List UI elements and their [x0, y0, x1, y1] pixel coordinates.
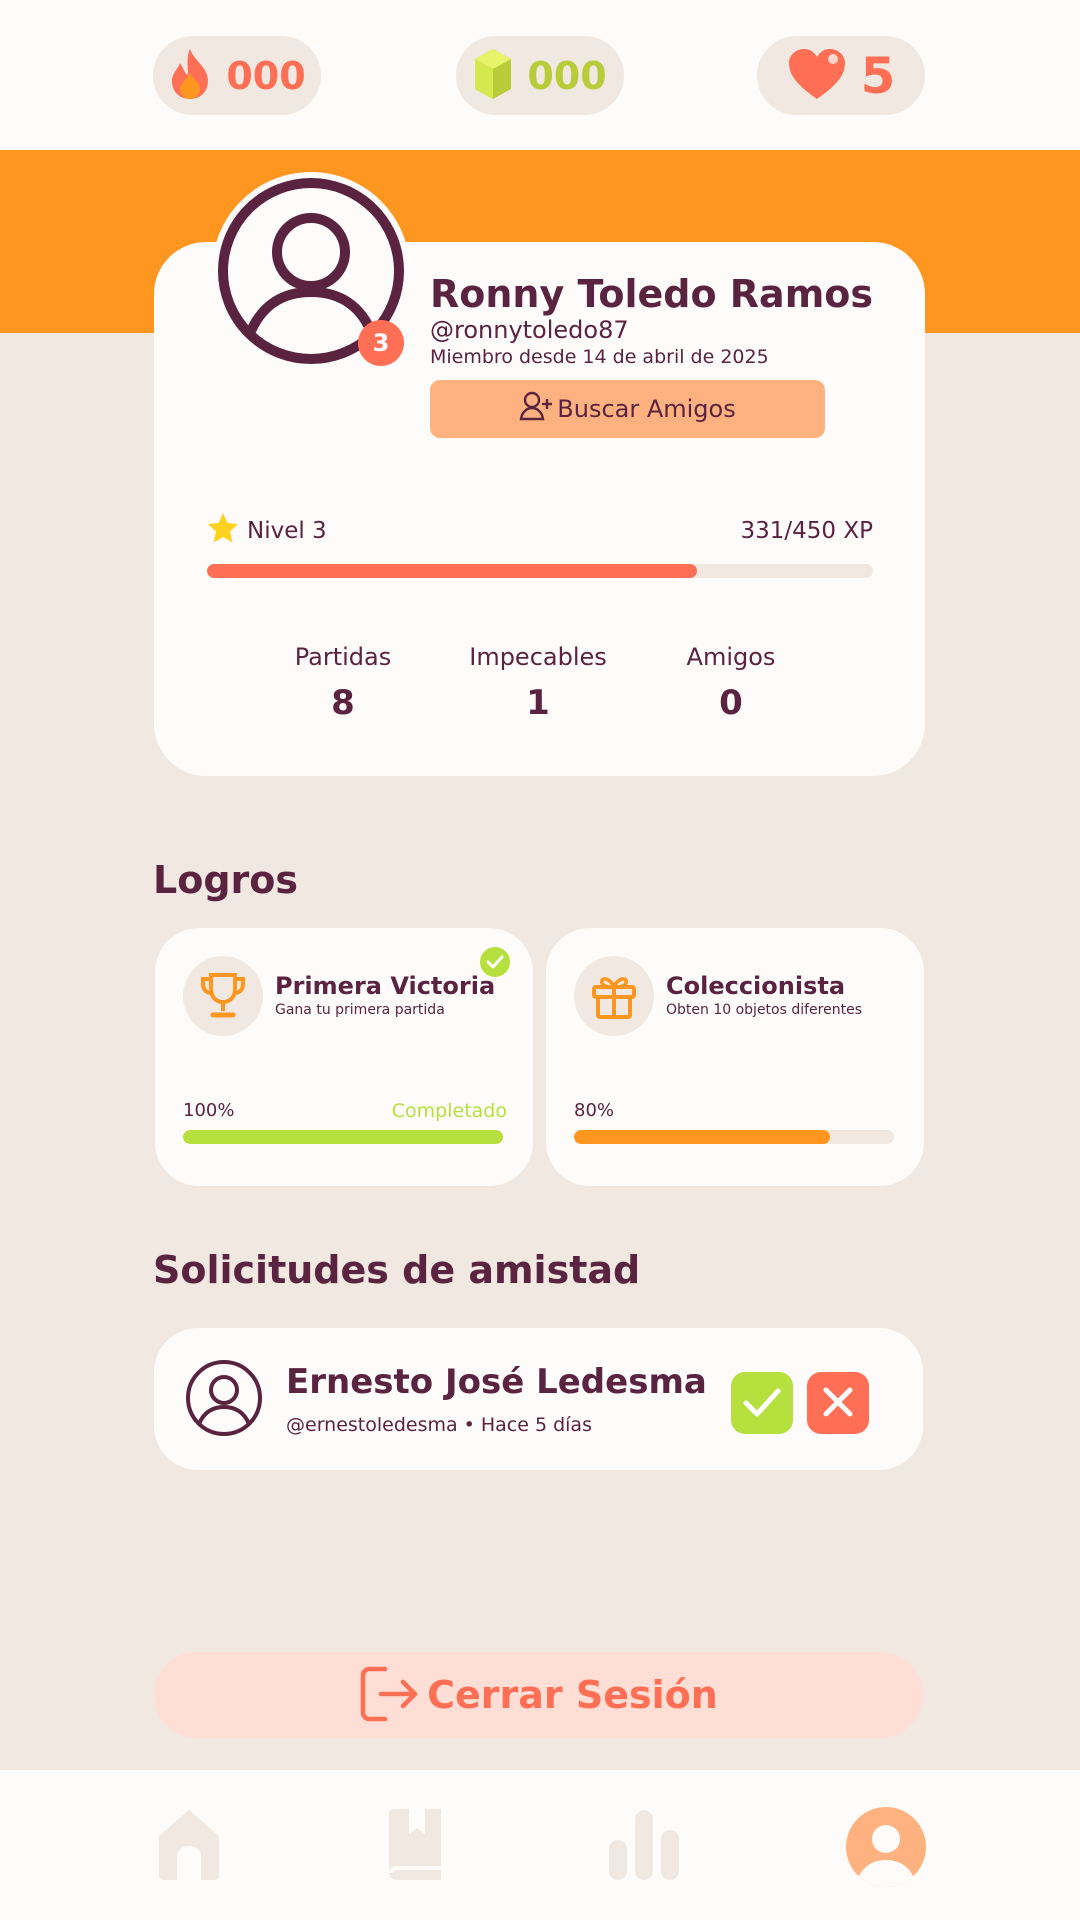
- achievement-progress-fill: [574, 1130, 830, 1144]
- achievement-progress-bar: [574, 1130, 894, 1144]
- gems-value: 000: [527, 53, 607, 98]
- lives-counter[interactable]: 5: [757, 36, 925, 115]
- user-avatar-icon: [184, 1358, 264, 1442]
- bottom-navigation: [0, 1770, 1080, 1920]
- close-icon: [821, 1385, 855, 1422]
- achievement-progress-bar: [183, 1130, 503, 1144]
- achievement-name: Coleccionista: [666, 972, 846, 1000]
- add-user-icon: [519, 391, 553, 427]
- gem-icon: [473, 47, 513, 105]
- level-row: Nivel 3 331/450 XP: [207, 512, 873, 552]
- stat-perfect: Impecables 1: [448, 643, 628, 723]
- streak-counter[interactable]: 000: [153, 36, 321, 115]
- star-icon: [207, 512, 239, 548]
- achievement-card[interactable]: Coleccionista Obten 10 objetos diferente…: [546, 928, 924, 1186]
- achievement-progress-fill: [183, 1130, 503, 1144]
- request-meta: @ernestoledesma • Hace 5 días: [286, 1414, 592, 1436]
- reject-request-button[interactable]: [807, 1372, 869, 1434]
- request-user-handle: @ernestoledesma: [286, 1414, 458, 1436]
- check-icon: [742, 1385, 782, 1422]
- friend-requests-title: Solicitudes de amistad: [153, 1248, 641, 1292]
- friend-request-item: Ernesto José Ledesma @ernestoledesma • H…: [154, 1328, 923, 1470]
- flame-icon: [168, 47, 212, 105]
- profile-name: Ronny Toledo Ramos: [430, 272, 874, 316]
- logout-label: Cerrar Sesión: [427, 1673, 718, 1717]
- top-status-bar: 000 000 5: [0, 0, 1080, 150]
- gems-counter[interactable]: 000: [456, 36, 624, 115]
- stat-label: Impecables: [469, 643, 607, 671]
- xp-progress-fill: [207, 564, 697, 578]
- stat-label: Amigos: [686, 643, 776, 671]
- stat-friends[interactable]: Amigos 0: [641, 643, 821, 723]
- achievements-title: Logros: [153, 858, 298, 902]
- achievement-percent: 80%: [574, 1100, 615, 1121]
- gift-icon: [574, 956, 654, 1036]
- request-separator: •: [463, 1414, 475, 1436]
- profile-handle: @ronnytoledo87: [430, 316, 629, 344]
- level-label: Nivel 3: [247, 518, 327, 544]
- achievement-percent: 100%: [183, 1100, 235, 1121]
- stat-value: 0: [719, 683, 743, 723]
- stat-value: 8: [331, 683, 355, 723]
- achievement-status: Completado: [391, 1100, 507, 1122]
- heart-icon: [787, 47, 847, 105]
- lives-value: 5: [860, 46, 896, 105]
- achievement-description: Obten 10 objetos diferentes: [666, 1002, 862, 1018]
- trophy-icon: [183, 956, 263, 1036]
- find-friends-button[interactable]: Buscar Amigos: [430, 380, 825, 438]
- achievement-description: Gana tu primera partida: [275, 1002, 445, 1018]
- logout-button[interactable]: Cerrar Sesión: [154, 1652, 923, 1738]
- achievement-card[interactable]: Primera Victoria Gana tu primera partida…: [155, 928, 533, 1186]
- request-time: Hace 5 días: [480, 1414, 592, 1436]
- stat-value: 1: [526, 683, 550, 723]
- level-badge: 3: [358, 320, 404, 366]
- member-since: Miembro desde 14 de abril de 2025: [430, 346, 769, 368]
- home-icon[interactable]: [153, 1806, 225, 1886]
- book-icon[interactable]: [385, 1806, 445, 1886]
- achievement-name: Primera Victoria: [275, 972, 496, 1000]
- find-friends-label: Buscar Amigos: [557, 395, 736, 423]
- xp-text: 331/450 XP: [740, 518, 874, 544]
- stats-icon[interactable]: [607, 1806, 681, 1886]
- xp-progress-bar: [207, 564, 873, 578]
- check-circle-icon: [479, 946, 511, 982]
- streak-value: 000: [226, 53, 306, 98]
- stat-games: Partidas 8: [253, 643, 433, 723]
- request-user-name: Ernesto José Ledesma: [286, 1362, 707, 1402]
- logout-icon: [359, 1665, 419, 1726]
- profile-icon[interactable]: [845, 1806, 927, 1892]
- accept-request-button[interactable]: [731, 1372, 793, 1434]
- stat-label: Partidas: [294, 643, 392, 671]
